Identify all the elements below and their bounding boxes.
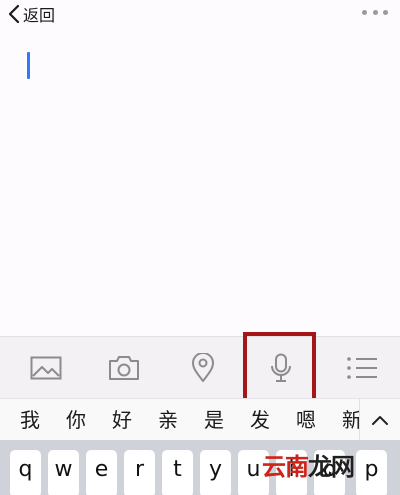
nav-bar: 返回 [0, 0, 400, 30]
list-icon [347, 357, 377, 379]
candidate-word[interactable]: 亲 [158, 399, 178, 441]
chevron-up-icon [372, 416, 388, 425]
voice-highlight-box [243, 332, 316, 404]
key-e[interactable]: e [86, 450, 117, 495]
location-pin-icon [192, 353, 214, 382]
image-icon [30, 356, 62, 380]
watermark-part1: 云南 [262, 453, 309, 481]
collapse-candidates-button[interactable] [359, 399, 400, 441]
key-w[interactable]: w [48, 450, 79, 495]
candidate-bar: 我 你 好 亲 是 发 嗯 新 [0, 398, 400, 441]
candidate-word[interactable]: 我 [20, 399, 40, 441]
candidate-word[interactable]: 发 [250, 399, 270, 441]
text-cursor [27, 52, 30, 79]
candidate-word[interactable]: 嗯 [296, 399, 316, 441]
watermark-part2: 龙网 [308, 453, 355, 481]
chevron-left-icon [8, 4, 20, 24]
location-button[interactable] [173, 337, 233, 399]
key-q[interactable]: q [10, 450, 41, 495]
attachment-toolbar [0, 336, 400, 399]
watermark-logo: 云南龙网 [262, 450, 355, 484]
back-button[interactable]: 返回 [8, 2, 55, 26]
key-t[interactable]: t [162, 450, 193, 495]
image-button[interactable] [16, 337, 76, 399]
key-r[interactable]: r [124, 450, 155, 495]
more-dots-icon [383, 9, 388, 15]
back-label: 返回 [23, 6, 56, 25]
more-button[interactable] [362, 8, 388, 16]
key-y[interactable]: y [200, 450, 231, 495]
list-button[interactable] [332, 337, 392, 399]
candidate-word[interactable]: 你 [66, 399, 86, 441]
camera-button[interactable] [94, 337, 154, 399]
more-dots-icon [362, 9, 367, 15]
candidate-word[interactable]: 是 [204, 399, 224, 441]
text-editor[interactable] [0, 30, 400, 336]
more-dots-icon [372, 9, 378, 15]
key-p[interactable]: p [356, 450, 387, 495]
candidate-word[interactable]: 好 [112, 399, 132, 441]
camera-icon [109, 356, 139, 380]
